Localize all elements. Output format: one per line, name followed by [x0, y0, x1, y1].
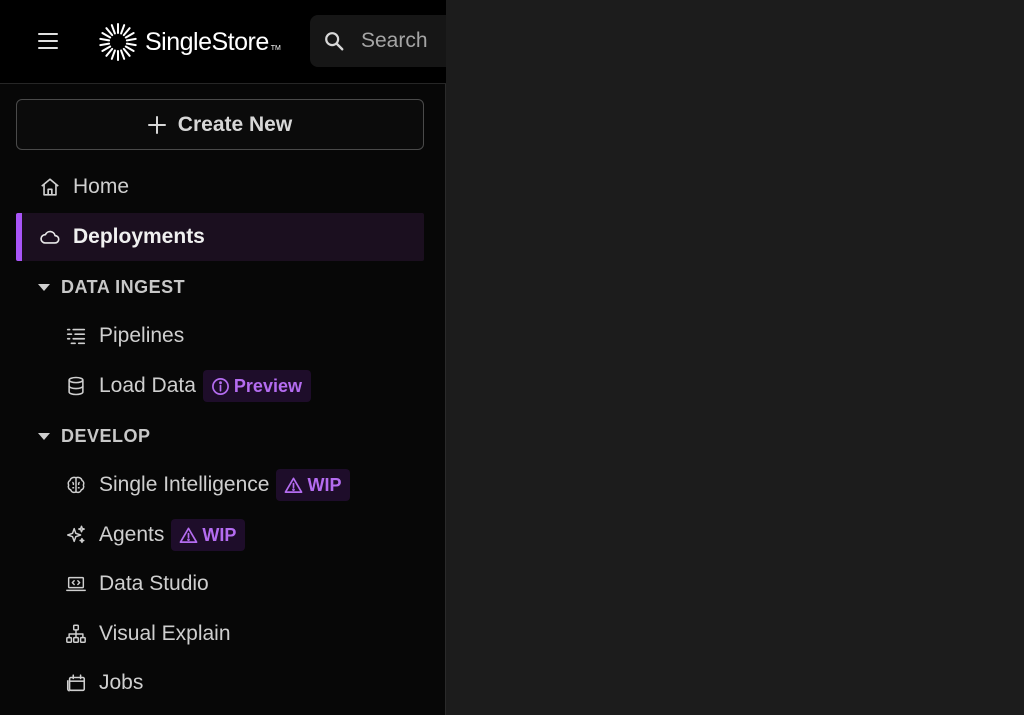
sidebar-item-pipelines[interactable]: Pipelines — [16, 312, 424, 360]
sidebar-item-single-intelligence[interactable]: Single Intelligence WIP — [16, 461, 424, 509]
search-icon — [325, 32, 344, 51]
warning-icon — [179, 527, 198, 543]
sidebar-item-label: Agents — [99, 523, 165, 546]
warning-icon — [285, 477, 303, 493]
sidebar-item-agents[interactable]: Agents WIP — [16, 511, 424, 559]
main-content-area — [446, 0, 1024, 715]
hamburger-menu-icon[interactable] — [38, 32, 58, 50]
sidebar-item-load-data[interactable]: Load Data Preview — [16, 362, 424, 410]
side-navigation: SingleStore TM Search Create New Home De… — [0, 0, 446, 715]
calendar-icon — [65, 672, 87, 694]
brand-trademark: TM — [270, 44, 281, 52]
sidebar-item-label: Pipelines — [99, 324, 185, 347]
section-title: DEVELOP — [61, 425, 151, 446]
sidebar-item-label: Load Data — [99, 374, 196, 397]
database-icon — [65, 375, 87, 397]
sunburst-logo-icon — [99, 23, 137, 61]
brand-name: SingleStore — [145, 27, 269, 56]
search-input[interactable]: Search — [310, 15, 446, 67]
app-window: SingleStore TM Search Create New Home De… — [0, 0, 1024, 715]
sidebar-item-jobs[interactable]: Jobs — [16, 659, 424, 707]
caret-down-icon — [38, 432, 50, 440]
wip-badge: WIP — [276, 469, 351, 501]
plus-icon — [147, 115, 166, 134]
sidebar-item-home[interactable]: Home — [16, 163, 424, 211]
info-icon — [211, 377, 229, 395]
badge-label: WIP — [307, 474, 342, 495]
laptop-code-icon — [65, 573, 87, 595]
home-icon — [39, 176, 61, 198]
sidebar-item-deployments[interactable]: Deployments — [16, 213, 424, 261]
sidebar-item-label: Jobs — [99, 671, 144, 694]
pipelines-icon — [65, 325, 87, 347]
sidebar-item-label: Data Studio — [99, 572, 209, 595]
wip-badge: WIP — [171, 519, 246, 551]
badge-label: Preview — [233, 375, 302, 396]
search-placeholder: Search — [361, 29, 428, 52]
hierarchy-icon — [65, 623, 87, 645]
create-new-label: Create New — [177, 112, 293, 136]
section-title: DATA INGEST — [61, 276, 186, 297]
sidebar-item-data-studio[interactable]: Data Studio — [16, 560, 424, 608]
section-header-data-ingest[interactable]: DATA INGEST — [38, 272, 185, 302]
sidebar-item-label: Home — [73, 175, 130, 198]
sidebar-item-visual-explain[interactable]: Visual Explain — [16, 610, 424, 658]
brain-icon — [65, 474, 87, 496]
brand-logo[interactable]: SingleStore TM — [98, 22, 281, 62]
badge-label: WIP — [202, 524, 237, 545]
caret-down-icon — [38, 283, 50, 291]
create-new-button[interactable]: Create New — [16, 99, 424, 150]
cloud-icon — [39, 226, 61, 248]
sidebar-item-label: Visual Explain — [99, 622, 231, 645]
section-header-develop[interactable]: DEVELOP — [38, 421, 151, 451]
sparkle-icon — [65, 524, 87, 546]
sidebar-item-label: Single Intelligence — [99, 473, 270, 496]
preview-badge: Preview — [202, 370, 311, 402]
sidebar-item-label: Deployments — [73, 225, 205, 248]
top-bar: SingleStore TM Search — [0, 0, 446, 84]
